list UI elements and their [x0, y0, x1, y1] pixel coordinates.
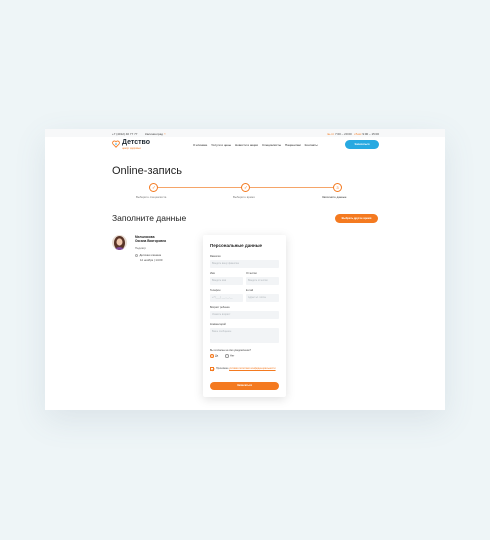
doctor-summary: Мельникова Оксана Викторовна Педиатр Дет… [112, 235, 192, 275]
step-number: 3 [336, 184, 339, 190]
form-title: Персональные данные [210, 243, 263, 248]
doctor-specialty: Педиатр [135, 246, 147, 250]
surname-input[interactable]: Введите вашу фамилию [210, 260, 279, 268]
appointment-time: 12 ноября | 14:00 [140, 258, 163, 262]
patronymic-input[interactable]: Введите отчество [246, 277, 279, 285]
step-connector [250, 187, 336, 188]
top-bar: +7 (4012) 40 77 77 Калининград ⌾ пн-пт 7… [45, 129, 445, 137]
progress-steps: ✓ ✓ 3 Выберите специалиста Выберите врем… [112, 183, 382, 203]
working-hours: пн-пт 7:00 – 20:00 сб-вс 9:00 – 15:00 [327, 132, 379, 136]
name-input[interactable]: Введите имя [210, 277, 243, 285]
radio-yes[interactable]: Да [210, 354, 218, 358]
clinic-name: Детская клиника [135, 253, 161, 257]
location-pin-icon: ⌾ [163, 131, 166, 136]
phone-label: Телефон [210, 289, 221, 292]
choose-other-time-button[interactable]: Выбрать другое время [335, 214, 378, 223]
agree-prefix: Принимаю [216, 367, 229, 370]
nav-item-contacts[interactable]: Контакты [305, 143, 318, 147]
radio-no-icon [225, 354, 229, 358]
step-label: Заполните данные [322, 195, 347, 199]
logo-name: Детство [122, 139, 151, 146]
agree-checkbox[interactable] [210, 367, 214, 371]
header-appointment-button[interactable]: Записаться [345, 140, 379, 149]
city-selector[interactable]: Калининград ⌾ [145, 132, 166, 136]
nav-item-patients[interactable]: Пациентам [285, 143, 301, 147]
step-1-done[interactable]: ✓ [149, 183, 158, 192]
radio-yes-icon [210, 354, 214, 358]
name-label: Имя [210, 272, 215, 275]
sms-question: Вы согласны на смс-уведомление? [210, 349, 252, 352]
city-label: Калининград [145, 131, 164, 136]
heart-logo-icon [112, 140, 120, 148]
checkmark-icon: ✓ [152, 184, 156, 190]
step-3-active: 3 [333, 183, 342, 192]
site-header: Детство центр здоровья О клинике Услуги … [45, 137, 445, 153]
comment-label: Комментарий [210, 323, 226, 326]
weekday-label: пн-пт [326, 131, 335, 136]
step-label: Выберите специалиста [136, 195, 167, 199]
weekday-hours: 7:00 – 20:00 [334, 131, 352, 136]
phone-input[interactable]: +7 (___) ___-__-__ [210, 294, 243, 302]
browser-page: +7 (4012) 40 77 77 Калининград ⌾ пн-пт 7… [45, 129, 445, 410]
step-connector [158, 187, 242, 188]
personal-data-form: Персональные данные Фамилия Введите вашу… [203, 235, 286, 397]
radio-yes-label: Да [215, 354, 219, 358]
nav-item-news[interactable]: Новости и акции [235, 143, 258, 147]
doctor-first-name: Оксана Викторовна [135, 239, 167, 244]
nav-item-services[interactable]: Услуги и цены [211, 143, 231, 147]
logo-subtitle: центр здоровья [122, 147, 141, 150]
page-title: Online-запись [112, 165, 182, 177]
location-icon [135, 253, 138, 257]
nav-item-specialists[interactable]: Специалисты [262, 143, 281, 147]
agree-text: Принимаю условия политики конфиденциальн… [216, 367, 276, 370]
email-label: E-mail [246, 289, 254, 292]
clinic-label: Детская клиника [139, 253, 162, 257]
section-title: Заполните данные [112, 213, 187, 223]
surname-label: Фамилия [210, 255, 221, 258]
privacy-policy-link[interactable]: условия политики конфиденциальности [229, 367, 276, 370]
nav-item-about[interactable]: О клинике [193, 143, 207, 147]
avatar [112, 235, 127, 250]
weekend-label: сб-вс [354, 131, 362, 136]
patronymic-label: Отчество [246, 272, 257, 275]
radio-no-label: Нет [230, 354, 235, 358]
doctor-name: Мельникова Оксана Викторовна [135, 235, 166, 243]
main-nav: О клинике Услуги и цены Новости и акции … [193, 143, 318, 147]
submit-button[interactable]: Записаться [210, 382, 279, 390]
radio-no[interactable]: Нет [225, 354, 234, 358]
step-2-done[interactable]: ✓ [241, 183, 250, 192]
phone-number[interactable]: +7 (4012) 40 77 77 [112, 132, 137, 136]
step-label: Выберите время [233, 195, 255, 199]
weekend-hours: 9:00 – 15:00 [362, 131, 379, 136]
email-input[interactable]: Адрес эл. почты [246, 294, 279, 302]
comment-textarea[interactable]: Ваше сообщение [210, 328, 279, 343]
child-age-label: Возраст ребенка [210, 306, 230, 309]
checkmark-icon: ✓ [244, 184, 248, 190]
child-age-input[interactable]: Укажите возраст [210, 311, 279, 319]
